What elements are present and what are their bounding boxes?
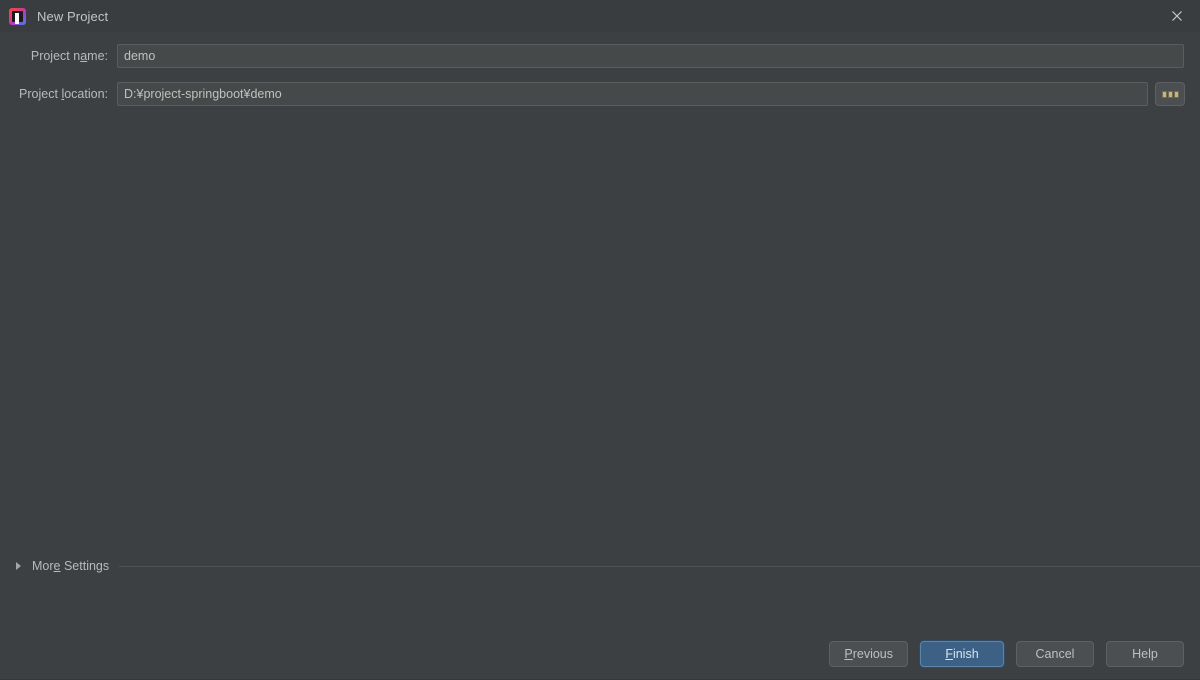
project-location-row: Project location: D:¥project-springboot¥… bbox=[0, 82, 1200, 106]
dialog-content: Project name: demo Project location: D:¥… bbox=[0, 32, 1200, 627]
finish-button-label: inish bbox=[952, 647, 979, 661]
help-button-label: Help bbox=[1132, 647, 1158, 661]
finish-button[interactable]: Finish bbox=[920, 641, 1004, 667]
triangle-right-icon bbox=[16, 562, 21, 570]
new-project-dialog: New Project Project name: demo Project l… bbox=[0, 0, 1200, 680]
cancel-button-label: Cancel bbox=[1035, 647, 1075, 661]
project-name-label: Project name: bbox=[0, 49, 108, 63]
project-location-label-before: Project bbox=[19, 87, 62, 101]
intellij-idea-icon-glyph bbox=[12, 10, 23, 22]
previous-button-label: revious bbox=[852, 647, 893, 661]
ellipsis-icon bbox=[1161, 90, 1179, 98]
more-settings-label: More Settings bbox=[32, 559, 109, 573]
finish-button-mnemonic: F bbox=[945, 647, 953, 661]
project-name-label-before: Project n bbox=[30, 49, 81, 63]
project-location-input[interactable]: D:¥project-springboot¥demo bbox=[117, 82, 1148, 106]
more-settings-section[interactable]: More Settings bbox=[16, 557, 1200, 575]
close-icon bbox=[1172, 11, 1182, 21]
dialog-titlebar: New Project bbox=[0, 0, 1200, 32]
ellipsis-dot bbox=[1167, 90, 1173, 98]
previous-button-mnemonic: P bbox=[844, 647, 853, 661]
project-name-row: Project name: demo bbox=[0, 44, 1200, 68]
more-settings-label-before: Mor bbox=[32, 559, 54, 573]
project-name-label-after: me: bbox=[87, 49, 108, 63]
ellipsis-dot bbox=[1173, 90, 1179, 98]
project-name-input[interactable]: demo bbox=[117, 44, 1184, 68]
project-location-label-after: ocation: bbox=[64, 87, 108, 101]
dialog-title: New Project bbox=[37, 8, 109, 24]
more-settings-separator bbox=[119, 565, 1200, 567]
help-button[interactable]: Help bbox=[1106, 641, 1184, 667]
project-location-value: D:¥project-springboot¥demo bbox=[124, 87, 282, 101]
browse-location-button[interactable] bbox=[1155, 82, 1185, 106]
close-button[interactable] bbox=[1154, 0, 1200, 32]
previous-button[interactable]: Previous bbox=[829, 641, 908, 667]
cancel-button[interactable]: Cancel bbox=[1016, 641, 1094, 667]
more-settings-label-after: Settings bbox=[60, 559, 110, 573]
ellipsis-dot bbox=[1161, 90, 1167, 98]
dialog-footer: Previous Finish Cancel Help bbox=[0, 627, 1200, 680]
project-location-label: Project location: bbox=[0, 87, 108, 101]
intellij-idea-icon bbox=[9, 7, 26, 25]
project-name-value: demo bbox=[124, 49, 156, 63]
